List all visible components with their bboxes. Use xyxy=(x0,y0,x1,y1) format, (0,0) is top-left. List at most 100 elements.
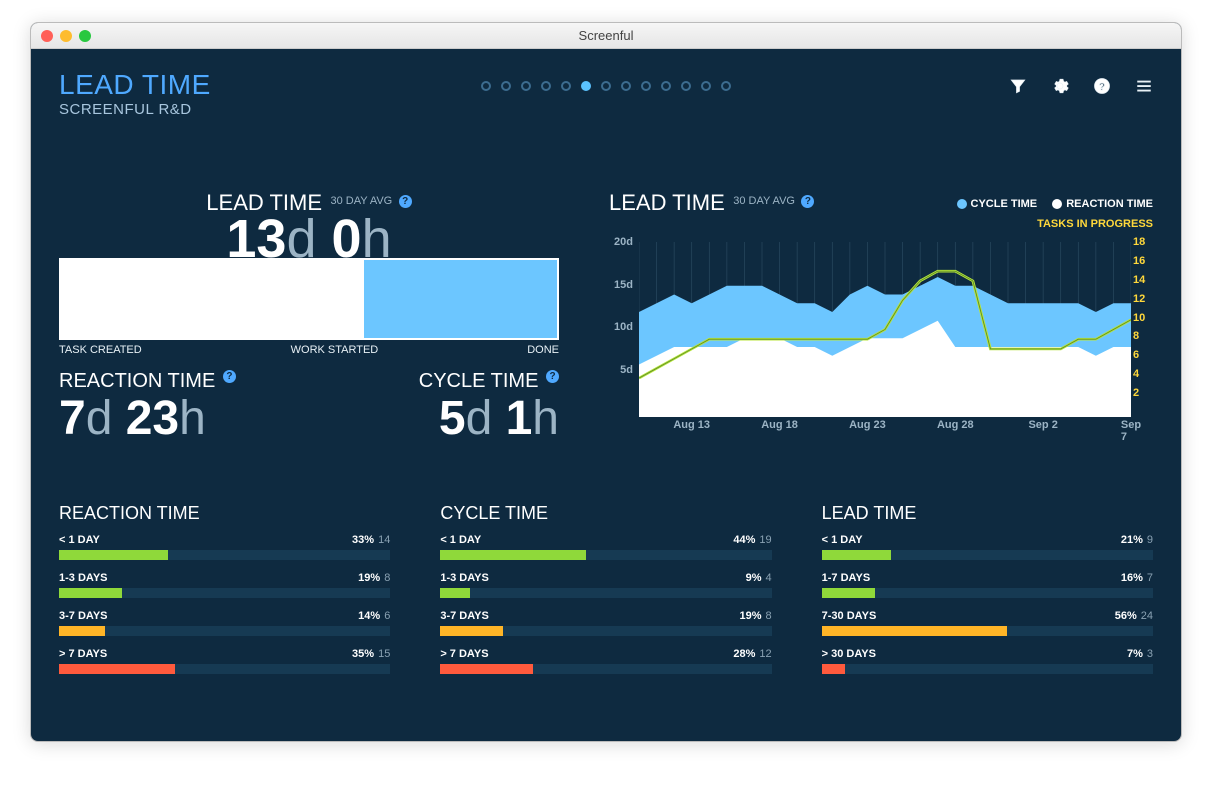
y2-tick: 12 xyxy=(1133,293,1145,305)
dashboard: LEAD TIME SCREENFUL R&D ? LEAD TIME 30 D… xyxy=(31,49,1181,741)
x-tick: Aug 13 xyxy=(673,419,710,431)
panel-title: CYCLE TIME xyxy=(440,503,771,524)
row-count: 8 xyxy=(766,610,772,622)
dist-row: > 7 DAYS 28% 12 xyxy=(440,648,771,674)
row-count: 6 xyxy=(384,610,390,622)
cycle-time-value: 5d 1h xyxy=(419,395,559,443)
label-task-created: TASK CREATED xyxy=(59,344,142,356)
dist-row: 1-3 DAYS 19% 8 xyxy=(59,572,390,598)
y2-tick: 10 xyxy=(1133,312,1145,324)
titlebar: Screenful xyxy=(31,23,1181,49)
row-pct: 16% xyxy=(1121,572,1143,584)
row-label: 7-30 DAYS xyxy=(822,610,877,622)
row-count: 14 xyxy=(378,534,390,546)
pager-dot[interactable] xyxy=(621,81,631,91)
chart-legend: CYCLE TIME REACTION TIME xyxy=(945,198,1153,212)
row-label: 1-7 DAYS xyxy=(822,572,871,584)
row-count: 7 xyxy=(1147,572,1153,584)
dist-row: 7-30 DAYS 56% 24 xyxy=(822,610,1153,636)
row-label: > 7 DAYS xyxy=(59,648,107,660)
row-pct: 9% xyxy=(746,572,762,584)
row-label: < 1 DAY xyxy=(59,534,100,546)
panel-title: REACTION TIME xyxy=(59,503,390,524)
row-pct: 56% xyxy=(1115,610,1137,622)
row-label: 1-3 DAYS xyxy=(59,572,108,584)
dist-row: 3-7 DAYS14%6 xyxy=(59,610,390,636)
row-count: 3 xyxy=(1147,648,1153,660)
y-tick: 5d xyxy=(620,364,633,376)
x-tick: Aug 18 xyxy=(761,419,798,431)
panel-title: LEAD TIME xyxy=(822,503,1153,524)
dist-row: > 7 DAYS 35% 15 xyxy=(59,648,390,674)
y2-tick: 6 xyxy=(1133,349,1139,361)
y2-tick: 16 xyxy=(1133,255,1145,267)
tasks-in-progress-label: TASKS IN PROGRESS xyxy=(1037,218,1153,230)
y2-tick: 14 xyxy=(1133,274,1145,286)
row-label: < 1 DAY xyxy=(822,534,863,546)
dist-row: < 1 DAY 21% 9 xyxy=(822,534,1153,560)
label-work-started: WORK STARTED xyxy=(291,344,379,356)
x-tick: Aug 23 xyxy=(849,419,886,431)
pager-dot[interactable] xyxy=(541,81,551,91)
pager-dot[interactable] xyxy=(601,81,611,91)
row-label: > 7 DAYS xyxy=(440,648,488,660)
row-label: 1-3 DAYS xyxy=(440,572,489,584)
y2-tick: 8 xyxy=(1133,330,1139,342)
row-pct: 19% xyxy=(740,610,762,622)
dist-row: < 1 DAY44%19 xyxy=(440,534,771,560)
y-tick: 20d xyxy=(614,236,633,248)
row-pct: 28% xyxy=(733,648,755,660)
row-count: 8 xyxy=(384,572,390,584)
window-title: Screenful xyxy=(31,28,1181,43)
pager-dot[interactable] xyxy=(581,81,591,91)
help-icon[interactable]: ? xyxy=(223,370,236,383)
pager-dot[interactable] xyxy=(501,81,511,91)
row-pct: 14% xyxy=(358,610,380,622)
lead-time-bar xyxy=(59,258,559,340)
reaction-time-title: REACTION TIME ? xyxy=(59,370,236,393)
row-count: 24 xyxy=(1141,610,1153,622)
pager-dot[interactable] xyxy=(661,81,671,91)
x-tick: Sep 7 xyxy=(1121,419,1141,443)
y2-tick: 2 xyxy=(1133,387,1139,399)
x-tick: Aug 28 xyxy=(937,419,974,431)
page-indicator[interactable] xyxy=(31,81,1181,91)
cycle-time-title: CYCLE TIME ? xyxy=(419,370,559,393)
dist-row: > 30 DAYS 7% 3 xyxy=(822,648,1153,674)
y-tick: 10d xyxy=(614,321,633,333)
pager-dot[interactable] xyxy=(641,81,651,91)
row-count: 15 xyxy=(378,648,390,660)
row-count: 4 xyxy=(766,572,772,584)
row-count: 19 xyxy=(759,534,771,546)
y2-tick: 18 xyxy=(1133,236,1145,248)
page-subtitle: SCREENFUL R&D xyxy=(59,101,211,118)
dist-row: < 1 DAY 33% 14 xyxy=(59,534,390,560)
row-pct: 19% xyxy=(358,572,380,584)
row-pct: 35% xyxy=(352,648,374,660)
y-tick: 15d xyxy=(614,279,633,291)
y2-tick: 4 xyxy=(1133,368,1139,380)
row-count: 9 xyxy=(1147,534,1153,546)
pager-dot[interactable] xyxy=(521,81,531,91)
distribution-panel: REACTION TIME< 1 DAY33%141-3 DAYS19%83-7… xyxy=(59,503,390,686)
help-icon[interactable]: ? xyxy=(801,195,814,208)
reaction-time-value: 7d 23h xyxy=(59,395,236,443)
row-pct: 21% xyxy=(1121,534,1143,546)
pager-dot[interactable] xyxy=(701,81,711,91)
help-icon[interactable]: ? xyxy=(399,195,412,208)
row-pct: 33% xyxy=(352,534,374,546)
dist-row: 3-7 DAYS19%8 xyxy=(440,610,771,636)
app-window: Screenful LEAD TIME SCREENFUL R&D ? LEAD… xyxy=(30,22,1182,742)
pager-dot[interactable] xyxy=(721,81,731,91)
row-pct: 7% xyxy=(1127,648,1143,660)
pager-dot[interactable] xyxy=(481,81,491,91)
row-count: 12 xyxy=(759,648,771,660)
lead-time-chart: 5d10d15d20d 24681012141618 Aug 13Aug 18A… xyxy=(609,242,1153,443)
pager-dot[interactable] xyxy=(681,81,691,91)
row-label: > 30 DAYS xyxy=(822,648,876,660)
pager-dot[interactable] xyxy=(561,81,571,91)
dist-row: 1-3 DAYS 9% 4 xyxy=(440,572,771,598)
distribution-panel: CYCLE TIME< 1 DAY44%191-3 DAYS9%43-7 DAY… xyxy=(440,503,771,686)
help-icon[interactable]: ? xyxy=(546,370,559,383)
row-pct: 44% xyxy=(733,534,755,546)
